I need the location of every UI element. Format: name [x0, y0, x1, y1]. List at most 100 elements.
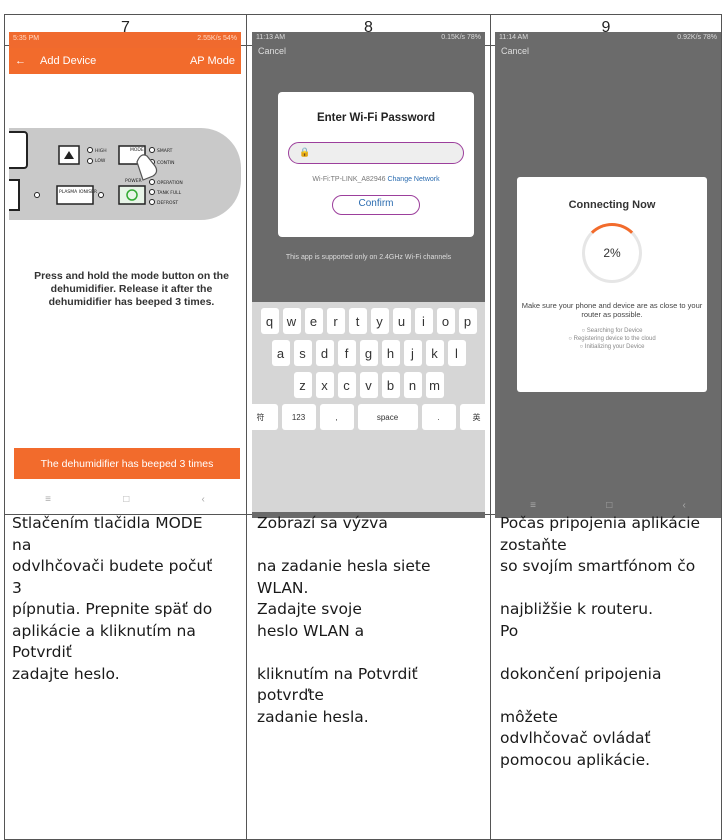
caption-line: na zadanie hesla siete — [257, 557, 431, 575]
screenshot-connecting: 11:14 AM 0.92K/s 78% Cancel Connecting N… — [495, 32, 721, 518]
keyboard-key[interactable]: i — [414, 308, 433, 334]
svg-text:PLASMA IONISER: PLASMA IONISER — [59, 189, 97, 195]
wifi-password-dialog: Enter Wi-Fi Password 🔒 Wi-Fi:TP-LINK_A82… — [278, 92, 474, 237]
cancel-link[interactable]: Cancel — [495, 46, 721, 56]
keyboard-key[interactable]: d — [315, 340, 334, 366]
caption-line: odvlhčovači budete počuť — [12, 557, 213, 575]
keyboard-key[interactable]: c — [337, 372, 356, 398]
keyboard-key[interactable]: a — [271, 340, 290, 366]
keyboard-key[interactable]: z — [293, 372, 312, 398]
beeped-confirm-button[interactable]: The dehumidifier has beeped 3 times — [14, 448, 240, 479]
keyboard: qwertyuiop asdfghjkl zxcvbnm 符 123, space.… — [252, 302, 485, 512]
instruction-text: Press and hold the mode button on the de… — [34, 270, 229, 308]
caption-line: Zobrazí sa výzva — [257, 514, 388, 532]
status-bar: 11:14 AM 0.92K/s 78% — [499, 34, 717, 41]
home-icon[interactable]: □ — [123, 494, 129, 505]
keyboard-key[interactable]: 英 — [459, 404, 485, 430]
svg-text:OPERATION: OPERATION — [157, 180, 183, 186]
keyboard-key[interactable]: r — [326, 308, 345, 334]
keyboard-key[interactable]: b — [381, 372, 400, 398]
keyboard-key[interactable]: h — [381, 340, 400, 366]
menu-icon[interactable]: ≡ — [45, 494, 51, 505]
keyboard-key[interactable]: f — [337, 340, 356, 366]
cancel-link[interactable]: Cancel — [252, 46, 485, 56]
keyboard-key[interactable]: 123 — [281, 404, 316, 430]
list-item: Initializing your Device — [517, 343, 707, 351]
column-divider — [246, 15, 247, 839]
keyboard-key[interactable]: l — [447, 340, 466, 366]
svg-text:SMART: SMART — [157, 148, 173, 154]
keyboard-key[interactable]: space — [357, 404, 418, 430]
keyboard-key[interactable]: e — [304, 308, 323, 334]
svg-text:HIGH: HIGH — [95, 148, 107, 154]
lock-icon: 🔒 — [299, 147, 311, 157]
status-bar: 11:13 AM 0.15K/s 78% — [256, 34, 481, 41]
progress-ring: 2% — [582, 223, 642, 283]
keyboard-key[interactable]: s — [293, 340, 312, 366]
menu-icon[interactable]: ≡ — [530, 500, 536, 511]
caption-line: kliknutím na Potvrdiť — [257, 664, 418, 683]
caption-line: so svojím smartfónom čo — [500, 557, 696, 575]
keyboard-key[interactable]: , — [319, 404, 354, 430]
caption-line: Stlačením tlačidla MODE — [12, 514, 203, 532]
screenshot-add-device: 5:35 PM 2.55K/s 54% ← Add Device AP Mode… — [9, 32, 241, 512]
column-divider — [490, 15, 491, 839]
caption-line: 3 — [12, 578, 22, 597]
confirm-button[interactable]: Confirm — [332, 195, 420, 215]
keyboard-key[interactable]: q — [260, 308, 279, 334]
caption-line: Zadajte svoje — [257, 600, 362, 618]
caption-line: heslo WLAN a — [257, 621, 365, 640]
wifi-info: Wi-Fi:TP-LINK_A82946 Change Network — [312, 176, 440, 183]
password-input[interactable]: 🔒 — [288, 142, 464, 164]
keyboard-key[interactable]: g — [359, 340, 378, 366]
keyboard-key[interactable]: w — [282, 308, 301, 334]
keyboard-key[interactable]: u — [392, 308, 411, 334]
caption-line: potvrďte — [257, 686, 324, 704]
keyboard-key[interactable]: k — [425, 340, 444, 366]
caption-line: zostaňte — [500, 535, 567, 554]
ap-mode-link[interactable]: AP Mode — [190, 55, 235, 67]
caption-line — [500, 642, 722, 664]
status-bar: 5:35 PM 2.55K/s 54% — [9, 32, 241, 48]
caption-line: Po — [500, 621, 519, 640]
keyboard-key[interactable]: x — [315, 372, 334, 398]
header-title: Add Device — [40, 55, 97, 67]
screenshot-wifi-password: 11:13 AM 0.15K/s 78% Cancel Enter Wi-Fi … — [252, 32, 485, 518]
caption-line: aplikácie a kliknutím na — [12, 621, 196, 640]
caption-line: Počas pripojenia aplikácie — [500, 514, 701, 532]
list-item: Searching for Device — [517, 327, 707, 335]
svg-text:DEFROST: DEFROST — [157, 200, 178, 206]
step-list: Searching for Device Registering device … — [517, 327, 707, 351]
caption-line — [257, 535, 485, 557]
caption-step-8: Zobrazí sa výzva na zadanie hesla siete W… — [257, 513, 485, 728]
keyboard-key[interactable]: 符 — [252, 404, 278, 430]
home-icon[interactable]: □ — [606, 500, 612, 511]
svg-text:MODE: MODE — [130, 147, 144, 153]
back-icon[interactable]: ‹ — [683, 500, 686, 511]
keyboard-key[interactable]: y — [370, 308, 389, 334]
svg-text:LOW: LOW — [95, 158, 106, 164]
caption-line: Potvrdiť — [12, 643, 72, 661]
keyboard-key[interactable]: . — [421, 404, 456, 430]
change-network-link[interactable]: Change Network — [387, 176, 439, 183]
system-nav-bar: ≡ □ ‹ — [9, 486, 241, 512]
caption-step-7: Stlačením tlačidla MODE na odvlhčovači bud… — [12, 513, 242, 685]
arrow-left-icon[interactable]: ← — [15, 55, 26, 67]
list-item: Registering device to the cloud — [517, 335, 707, 343]
card-title: Connecting Now — [568, 199, 656, 211]
keyboard-key[interactable]: o — [436, 308, 455, 334]
caption-line — [257, 642, 485, 664]
keyboard-key[interactable]: n — [403, 372, 422, 398]
svg-text:CONTIN: CONTIN — [157, 160, 175, 166]
keyboard-key[interactable]: j — [403, 340, 422, 366]
back-icon[interactable]: ‹ — [202, 494, 205, 505]
caption-step-9: Počas pripojenia aplikácie zostaňte so svo… — [500, 513, 722, 771]
keyboard-key[interactable]: m — [425, 372, 444, 398]
caption-line: najbližšie k routeru. — [500, 600, 654, 618]
keyboard-key[interactable]: p — [458, 308, 477, 334]
caption-line — [500, 578, 722, 600]
keyboard-key[interactable]: v — [359, 372, 378, 398]
keyboard-key[interactable]: t — [348, 308, 367, 334]
control-panel-illustration: HIGH LOW MODE SMART CONTIN PLASMA IONISE… — [9, 128, 241, 220]
caption-line: na — [12, 535, 32, 554]
